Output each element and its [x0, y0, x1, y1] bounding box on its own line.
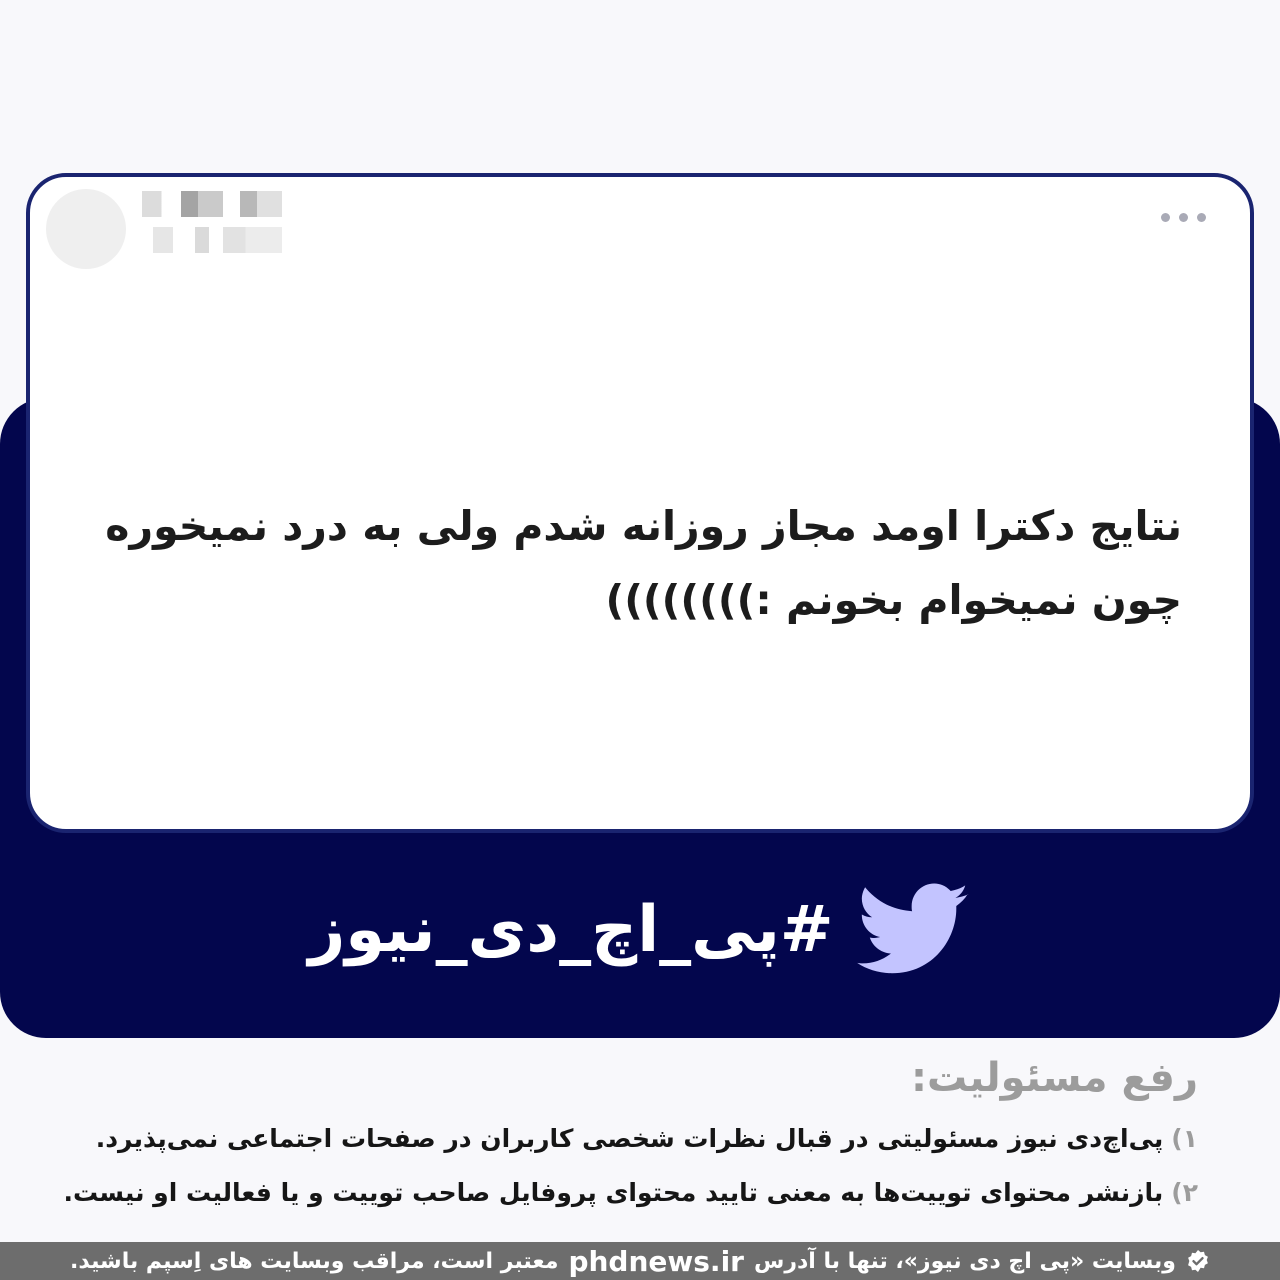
avatar[interactable]: [46, 189, 126, 269]
disclaimer-item: ۲)بازنشر محتوای توییت‌ها به معنی تایید م…: [60, 1166, 1198, 1220]
footer-domain-link[interactable]: phdnews.ir: [568, 1245, 744, 1278]
footer-text-after: معتبر است، مراقب وبسایت های اِسپم باشید.: [70, 1248, 559, 1274]
twitter-bird-icon: [856, 883, 969, 974]
more-dots-icon[interactable]: [1161, 213, 1206, 222]
disclaimer-item-number: ۲): [1171, 1178, 1198, 1207]
tweet-text: نتایج دکترا اومد مجاز روزانه شدم ولی به …: [105, 502, 1182, 624]
footer-bar: وبسایت «پی اچ دی نیوز»، تنها با آدرس phd…: [0, 1242, 1280, 1280]
disclaimer-title: رفع مسئولیت:: [910, 1055, 1198, 1101]
disclaimer-item-number: ۱): [1171, 1124, 1198, 1153]
brand-row: #پی_اچ_دی_نیوز: [0, 875, 1280, 985]
disclaimer-item-text: پی‌اچ‌دی نیوز مسئولیتی در قبال نظرات شخص…: [95, 1124, 1164, 1153]
footer-text-before: وبسایت «پی اچ دی نیوز»، تنها با آدرس: [753, 1248, 1176, 1274]
disclaimer-item: ۱)پی‌اچ‌دی نیوز مسئولیتی در قبال نظرات ش…: [60, 1112, 1198, 1166]
verified-check-icon: [1188, 1250, 1208, 1272]
brand-hashtag: #پی_اچ_دی_نیوز: [308, 893, 834, 967]
disclaimer-item-text: بازنشر محتوای توییت‌ها به معنی تایید محت…: [63, 1178, 1164, 1207]
tweet-card: نتایج دکترا اومد مجاز روزانه شدم ولی به …: [26, 173, 1254, 833]
disclaimer: رفع مسئولیت: ۱)پی‌اچ‌دی نیوز مسئولیتی در…: [60, 1052, 1198, 1220]
blurred-display-name: [142, 191, 282, 217]
blurred-username: [142, 227, 282, 253]
